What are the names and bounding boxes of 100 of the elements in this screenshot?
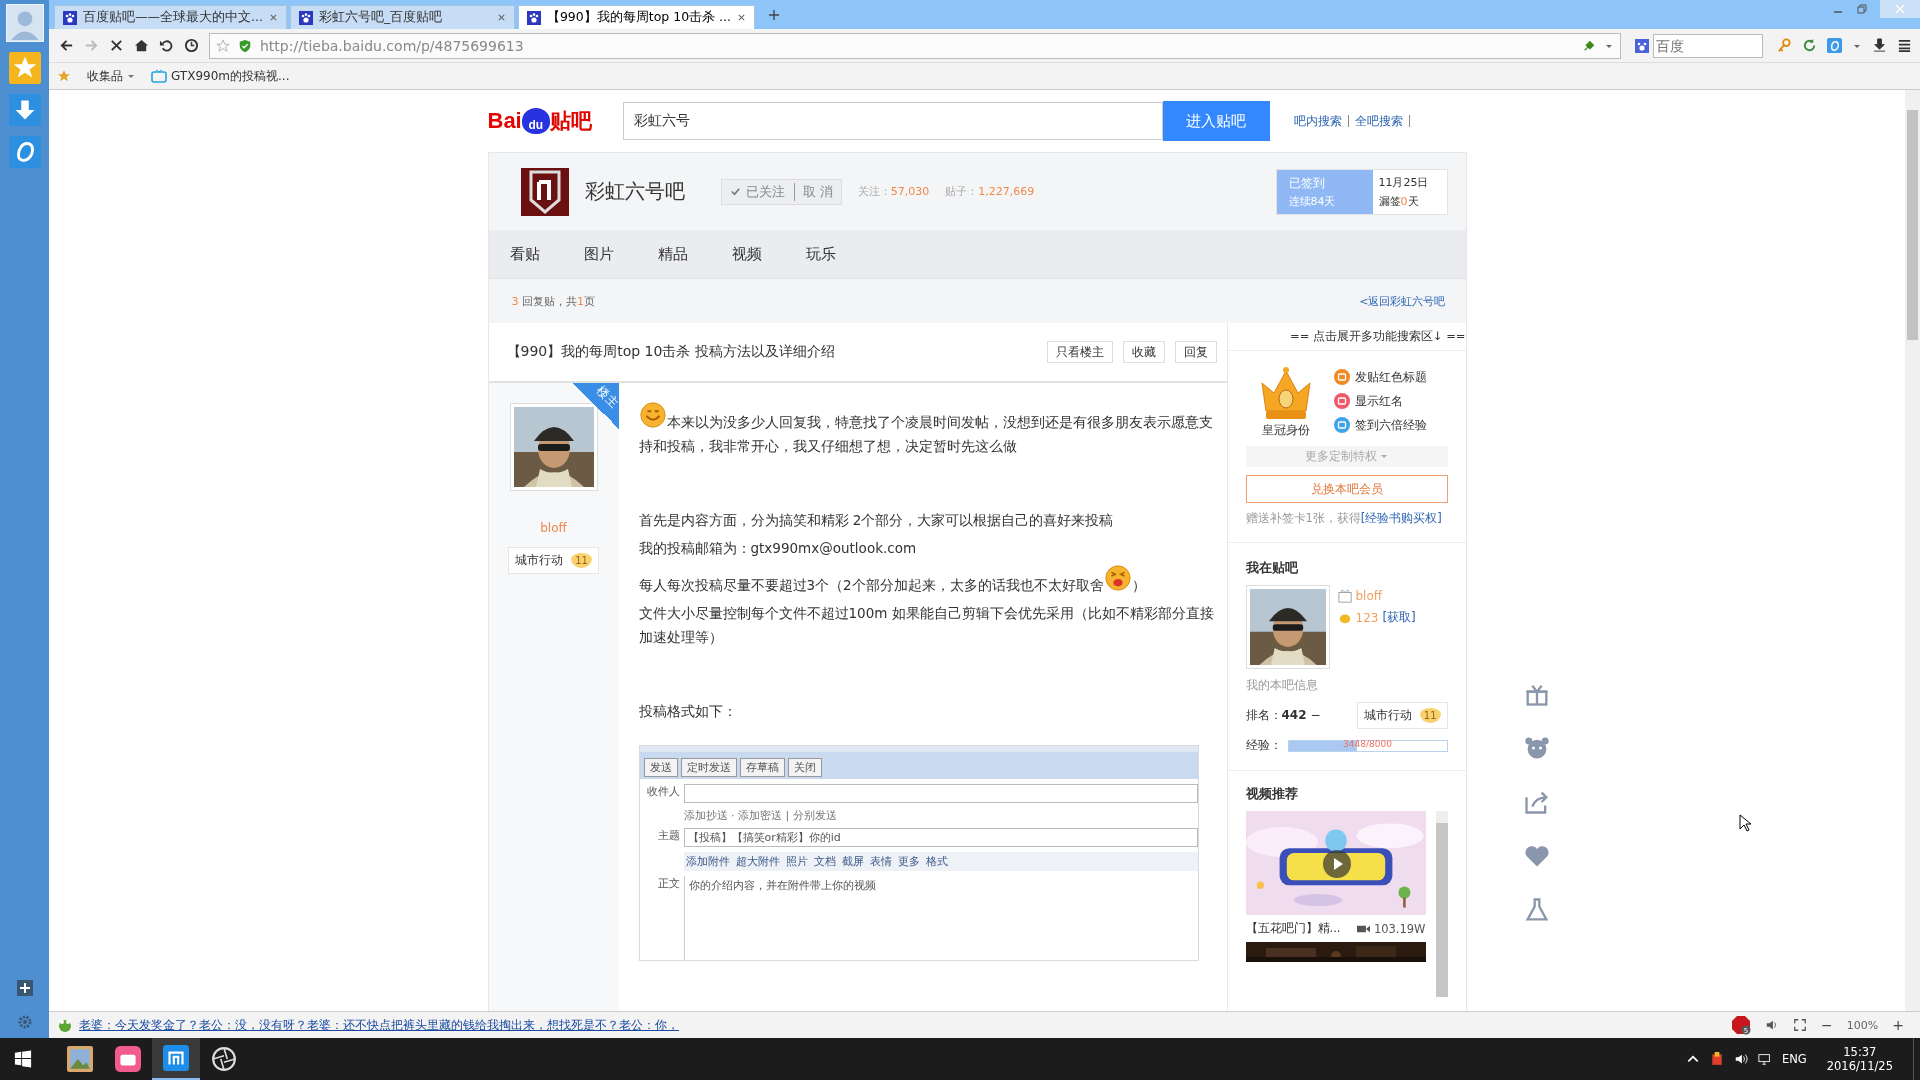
thread-action-button[interactable]: 收藏 — [1122, 341, 1165, 363]
baidu-tieba-logo[interactable]: Bai du 贴吧 — [487, 107, 608, 135]
volume-icon[interactable] — [1733, 1052, 1748, 1066]
stop-icon[interactable] — [109, 38, 124, 53]
search-link[interactable]: 全吧搜索 — [1348, 115, 1410, 127]
scrollbar[interactable] — [1435, 811, 1448, 997]
undo-icon[interactable] — [159, 38, 174, 53]
fullscreen-icon[interactable] — [1793, 1018, 1808, 1032]
zoom-in-button[interactable]: + — [1892, 1017, 1904, 1033]
shield-icon — [238, 38, 252, 53]
clock-date: 2016/11/25 — [1826, 1059, 1893, 1073]
address-bar[interactable]: http://tieba.baidu.com/p/4875699613 — [209, 32, 1621, 59]
browser-tab[interactable]: 【990】我的每周top 10击杀 ... — [517, 5, 756, 29]
input-language[interactable]: ENG — [1781, 1052, 1807, 1066]
key-icon[interactable] — [1777, 38, 1792, 53]
bookmark-star-icon[interactable] — [216, 38, 230, 53]
refresh-icon[interactable] — [1802, 38, 1817, 53]
close-icon[interactable] — [737, 13, 747, 22]
exp-book-link[interactable]: [经验书购买权] — [1360, 511, 1442, 525]
compose-tool: 截屏 — [841, 854, 864, 869]
search-field[interactable]: 彩虹六号 — [622, 102, 1163, 140]
forum-nav-tab[interactable]: 视频 — [731, 244, 762, 264]
perk-label: 显示红名 — [1354, 393, 1403, 409]
reply-count: 3 回复贴，共1页 — [511, 293, 595, 309]
level-badge[interactable]: 城市行动 11 — [1356, 702, 1448, 729]
search-field[interactable]: 百度 — [1653, 33, 1763, 58]
rank-text: 排名：442 − — [1245, 707, 1321, 724]
forum-nav-tab[interactable]: 图片 — [583, 244, 614, 264]
browser-tab[interactable]: 百度贴吧——全球最大的中文... — [54, 5, 287, 29]
level-title: 城市行动 — [515, 552, 564, 569]
new-tab-icon[interactable] — [768, 8, 781, 21]
compose-tool: 超大附件 — [735, 854, 780, 869]
paw-icon — [526, 10, 541, 25]
field-label: 收件人 — [645, 784, 680, 799]
sign-in-label: 已签到 — [1288, 174, 1326, 192]
plug-icon[interactable] — [1582, 38, 1596, 53]
zoom-out-button[interactable]: − — [1821, 1017, 1833, 1033]
field-label: 主题 — [656, 828, 680, 843]
forum-nav-tab[interactable]: 精品 — [657, 244, 688, 264]
thread-action-button[interactable]: 回复 — [1174, 341, 1217, 363]
check-icon — [729, 186, 741, 197]
forum-nav-tab[interactable]: 看贴 — [509, 244, 540, 264]
followed-label: 已关注 — [745, 182, 785, 201]
video-title[interactable]: 【五花吧门】精... — [1245, 921, 1341, 936]
sign-streak: 连续84天 — [1288, 193, 1337, 209]
compose-tool: 照片 — [785, 854, 808, 869]
aperture-icon[interactable] — [211, 1046, 237, 1072]
user-avatar-icon[interactable] — [5, 4, 44, 42]
play-icon[interactable] — [1321, 849, 1352, 879]
post-count: 贴子：1,227,669 — [945, 184, 1035, 199]
mouse-cursor-icon — [1739, 814, 1751, 832]
add-icon[interactable] — [16, 980, 33, 996]
coin-count: 123 — [1355, 610, 1379, 625]
compose-tool: 更多 — [897, 854, 920, 869]
laughing-emoji-icon — [1103, 564, 1132, 592]
history-icon[interactable] — [184, 38, 199, 53]
zoom-level[interactable]: 100% — [1846, 1018, 1879, 1032]
star-icon[interactable] — [57, 69, 71, 83]
home-icon[interactable] — [134, 38, 149, 53]
flask-icon[interactable] — [1523, 896, 1551, 924]
bookmark-link[interactable]: GTX990m的投稿视... — [151, 67, 290, 85]
post-paragraph: 本来以为没多少人回复我，特意找了个凌晨时间发帖，没想到还是有很多朋友表示愿意支持和投稿，我非常开心，我又仔细想了想，决定暂时先这么做 — [638, 401, 1215, 458]
frog-icon — [57, 1017, 73, 1033]
back-to-forum-link[interactable]: <返回彩虹六号吧 — [1359, 293, 1446, 309]
crown-label: 皇冠身份 — [1261, 423, 1310, 438]
forum-name: 彩虹六号吧 — [584, 178, 685, 205]
level-badge[interactable]: 城市行动 11 — [508, 547, 599, 574]
thread-action-button[interactable]: 只看楼主 — [1046, 341, 1113, 363]
search-link[interactable]: 吧内搜索 — [1287, 115, 1349, 127]
bookmark-folder[interactable]: 收集品 — [87, 67, 135, 85]
subject-field: 【投稿】【搞笑or精彩】你的id — [683, 828, 1198, 847]
compose-tool: 格式 — [925, 854, 948, 869]
network-icon[interactable] — [1757, 1052, 1772, 1066]
post-paragraph: 每人每次投稿尽量不要超过3个（2个部分加起来，太多的话我也不太好取舍 ） — [638, 564, 1215, 597]
forum-nav-tab[interactable]: 玩乐 — [805, 244, 836, 264]
tray-app-icon[interactable] — [1709, 1052, 1724, 1066]
tab-title: 【990】我的每周top 10击杀 ... — [546, 9, 732, 26]
news-ticker-link[interactable]: 老婆：今天发奖金了？老公：没，没有呀？老婆：还不快点把裤头里藏的钱给我掏出来，想找死是不？老公：你， — [79, 1016, 679, 1034]
video-icon — [1356, 923, 1370, 934]
forum-info-label: 我的本吧信息 — [1245, 677, 1319, 694]
post-paragraph: 投稿格式如下： — [638, 702, 738, 721]
search-engine-icon[interactable] — [1635, 38, 1649, 53]
back-icon[interactable] — [59, 38, 74, 53]
post-paragraph: 首先是内容方面，分为搞笑和精彩 2个部分，大家可以根据自己的喜好来投稿 — [638, 511, 1115, 530]
clock[interactable]: 15:37 2016/11/25 — [1816, 1045, 1903, 1073]
page-scrollbar[interactable] — [1905, 90, 1920, 1011]
restore-icon[interactable] — [1856, 3, 1868, 15]
app-icon[interactable] — [115, 1046, 141, 1072]
close-icon[interactable] — [268, 13, 278, 22]
section-title: 视频推荐 — [1245, 785, 1299, 803]
download-icon[interactable] — [1872, 38, 1887, 53]
expand-search-link[interactable]: == 点击展开多功能搜索区↓ == — [1227, 323, 1466, 351]
browser-tab[interactable]: 彩虹六号吧_百度贴吧 — [289, 5, 515, 29]
settings-icon[interactable] — [16, 1014, 33, 1030]
get-coins-link[interactable]: [获取] — [1382, 609, 1416, 626]
compose-tool: 添加附件 — [685, 854, 730, 869]
close-icon[interactable] — [496, 13, 506, 22]
clock-time: 15:37 — [1843, 1045, 1877, 1059]
menu-icon[interactable] — [1897, 38, 1912, 53]
follower-count: 关注：57,030 — [857, 184, 930, 199]
